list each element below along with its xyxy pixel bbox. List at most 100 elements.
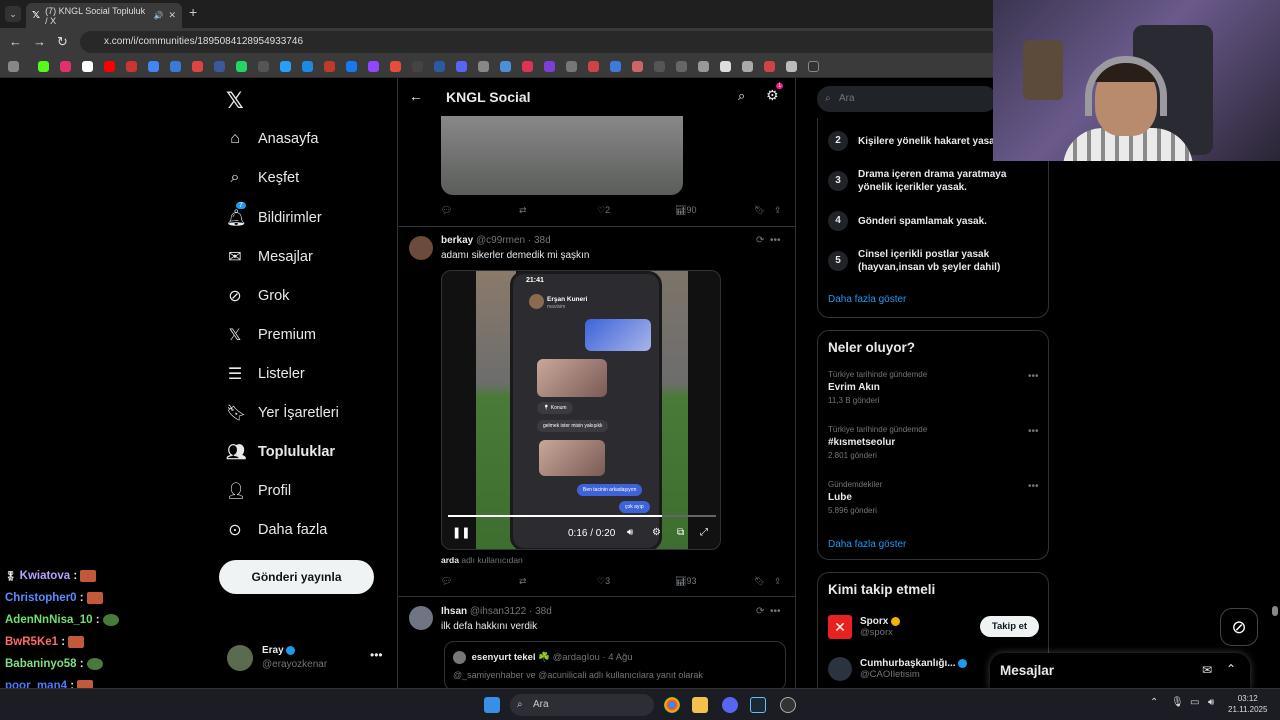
- show-more-link[interactable]: Daha fazla göster: [828, 539, 906, 550]
- bookmark-facebook-icon[interactable]: [346, 61, 357, 72]
- follow-suggestion[interactable]: Cumhurbaşkanlığı... @CAOIletisim: [828, 657, 968, 681]
- more-horizontal-icon[interactable]: •••: [1028, 426, 1039, 437]
- bookmark-icon[interactable]: [544, 61, 555, 72]
- like-button[interactable]: ♡ 3: [597, 576, 610, 587]
- bookmark-icon[interactable]: [412, 61, 423, 72]
- forward-icon[interactable]: →: [33, 34, 46, 49]
- bookmark-instagram-icon[interactable]: [60, 61, 71, 72]
- more-horizontal-icon[interactable]: •••: [370, 648, 383, 662]
- more-horizontal-icon[interactable]: •••: [770, 235, 781, 246]
- browser-tab[interactable]: 𝕏 (7) KNGL Social Topluluk / X 🔊 ✕: [26, 3, 182, 28]
- reload-icon[interactable]: ↻: [57, 34, 68, 50]
- app-icon[interactable]: [780, 697, 796, 713]
- nav-grok[interactable]: ⊘ Grok: [226, 286, 289, 306]
- display-icon[interactable]: ▭: [1190, 697, 1199, 708]
- volume-icon[interactable]: 🔊︎: [627, 527, 633, 538]
- bookmark-icon[interactable]: 🔖︎: [754, 576, 765, 587]
- bookmark-google-icon[interactable]: [148, 61, 159, 72]
- avatar[interactable]: [409, 606, 433, 630]
- bookmark-icon[interactable]: [676, 61, 687, 72]
- rule-item[interactable]: 4 Gönderi spamlamak yasak.: [828, 211, 1008, 231]
- taskbar-clock[interactable]: 03:12 21.11.2025: [1228, 693, 1267, 715]
- bookmark-icon[interactable]: [324, 61, 335, 72]
- nav-home[interactable]: ⌂ Anasayfa: [226, 130, 318, 148]
- bookmark-youtube-icon[interactable]: [104, 61, 115, 72]
- x-logo-icon[interactable]: 𝕏: [226, 88, 244, 114]
- windows-start-icon[interactable]: [484, 697, 500, 713]
- video-player[interactable]: 21:41 Erşan Kuneri mavisim 📍︎ Konum gelm…: [441, 270, 721, 550]
- trend-item[interactable]: Türkiye tarihinde gündemde Evrim Akın 11…: [828, 370, 927, 405]
- more-horizontal-icon[interactable]: •••: [770, 606, 781, 617]
- bookmark-twitch-icon[interactable]: [368, 61, 379, 72]
- bookmark-icon[interactable]: [610, 61, 621, 72]
- account-switcher[interactable]: Eray @erayozkenar: [227, 644, 327, 672]
- bookmark-gmail-icon[interactable]: [126, 61, 137, 72]
- nav-bookmarks[interactable]: 🔖︎ Yer İşaretleri: [226, 403, 339, 423]
- microphone-icon[interactable]: 🎙︎: [1171, 697, 1184, 708]
- pip-icon[interactable]: ⧉: [677, 527, 684, 538]
- views-button[interactable]: 📊︎ 93: [675, 576, 696, 587]
- bookmark-icon[interactable]: [302, 61, 313, 72]
- tweet-author-name[interactable]: Ihsan: [441, 606, 467, 617]
- more-horizontal-icon[interactable]: •••: [1028, 481, 1039, 492]
- follow-button[interactable]: Takip et: [980, 616, 1039, 637]
- gear-icon[interactable]: ⚙: [766, 87, 779, 104]
- search-icon[interactable]: ⌕: [738, 88, 745, 104]
- fullscreen-icon[interactable]: ⤢: [700, 527, 708, 538]
- chevron-up-icon[interactable]: ⌃: [1150, 697, 1158, 708]
- rule-item[interactable]: 3 Drama içeren drama yaratmaya yönelik iç…: [828, 168, 1008, 194]
- bookmark-icon[interactable]: [170, 61, 181, 72]
- tweet-time[interactable]: · 38d: [529, 606, 552, 617]
- search-input[interactable]: ⌕ Ara: [817, 86, 997, 112]
- views-button[interactable]: 📊︎ 90: [675, 205, 696, 216]
- nav-explore[interactable]: ⌕ Keşfet: [226, 169, 300, 187]
- grok-icon[interactable]: ⟳: [756, 606, 764, 617]
- settings-icon[interactable]: ⚙: [652, 527, 661, 538]
- retweet-icon[interactable]: ⇄: [519, 576, 527, 587]
- close-tab-icon[interactable]: ✕: [168, 10, 176, 21]
- bookmark-icon[interactable]: [214, 61, 225, 72]
- bookmark-kick-icon[interactable]: [38, 61, 49, 72]
- quoted-tweet[interactable]: esenyurt tekel ☘️ @ardagIou · 4 Ağu @_sa…: [444, 641, 786, 688]
- address-bar[interactable]: x.com/i/communities/1895084128954933746: [80, 31, 1000, 53]
- file-explorer-icon[interactable]: [692, 697, 708, 713]
- bookmark-icon[interactable]: [390, 61, 401, 72]
- source-user[interactable]: arda: [441, 555, 459, 565]
- rule-item[interactable]: 2 Kişilere yönelik hakaret yasa: [828, 131, 1008, 151]
- nav-messages[interactable]: ✉ Mesajlar: [226, 247, 313, 267]
- scrollbar[interactable]: [1272, 606, 1278, 616]
- bookmark-icon[interactable]: [764, 61, 775, 72]
- taskbar-search[interactable]: ⌕ Ara: [510, 694, 654, 716]
- bookmark-icon[interactable]: [522, 61, 533, 72]
- trend-item[interactable]: Gündemdekiler Lube 5.896 gönderi: [828, 480, 882, 515]
- tweet-author-name[interactable]: berkay: [441, 235, 473, 246]
- tab-list-button[interactable]: ⌄: [5, 6, 21, 22]
- bookmark-icon[interactable]: [258, 61, 269, 72]
- grok-icon[interactable]: ⟳: [756, 235, 764, 246]
- rule-item[interactable]: 5 Cinsel içerikli postlar yasak (hayvan,i…: [828, 248, 1008, 274]
- speaker-icon[interactable]: 🔊: [153, 11, 163, 20]
- bookmark-icon[interactable]: [786, 61, 797, 72]
- new-tab-button[interactable]: +: [189, 4, 197, 20]
- apps-icon[interactable]: [8, 61, 19, 72]
- bookmark-icon[interactable]: [566, 61, 577, 72]
- tweet-time[interactable]: · 38d: [528, 235, 551, 246]
- tweet-author-handle[interactable]: @c99rmen: [476, 235, 525, 246]
- back-arrow-icon[interactable]: ←: [409, 88, 423, 104]
- bookmark-icon[interactable]: [720, 61, 731, 72]
- nav-more[interactable]: ⊙ Daha fazla: [226, 520, 327, 540]
- more-horizontal-icon[interactable]: •••: [1028, 371, 1039, 382]
- back-icon[interactable]: ←: [9, 34, 22, 49]
- follow-suggestion[interactable]: ✕ Sporx @sporx: [828, 615, 901, 639]
- trend-item[interactable]: Türkiye tarihinde gündemde #kısmetseolur…: [828, 425, 927, 460]
- bookmark-icon[interactable]: [434, 61, 445, 72]
- steam-icon[interactable]: [750, 697, 766, 713]
- bookmark-icon[interactable]: [742, 61, 753, 72]
- post-button[interactable]: Gönderi yayınla: [219, 560, 374, 594]
- bookmark-whatsapp-icon[interactable]: [236, 61, 247, 72]
- grok-button[interactable]: ⊘: [1220, 608, 1258, 646]
- previous-tweet-image[interactable]: [441, 116, 683, 195]
- chevron-up-icon[interactable]: ⌃: [1226, 662, 1236, 676]
- nav-lists[interactable]: ☰ Listeler: [226, 364, 305, 384]
- chrome-icon[interactable]: [664, 697, 680, 713]
